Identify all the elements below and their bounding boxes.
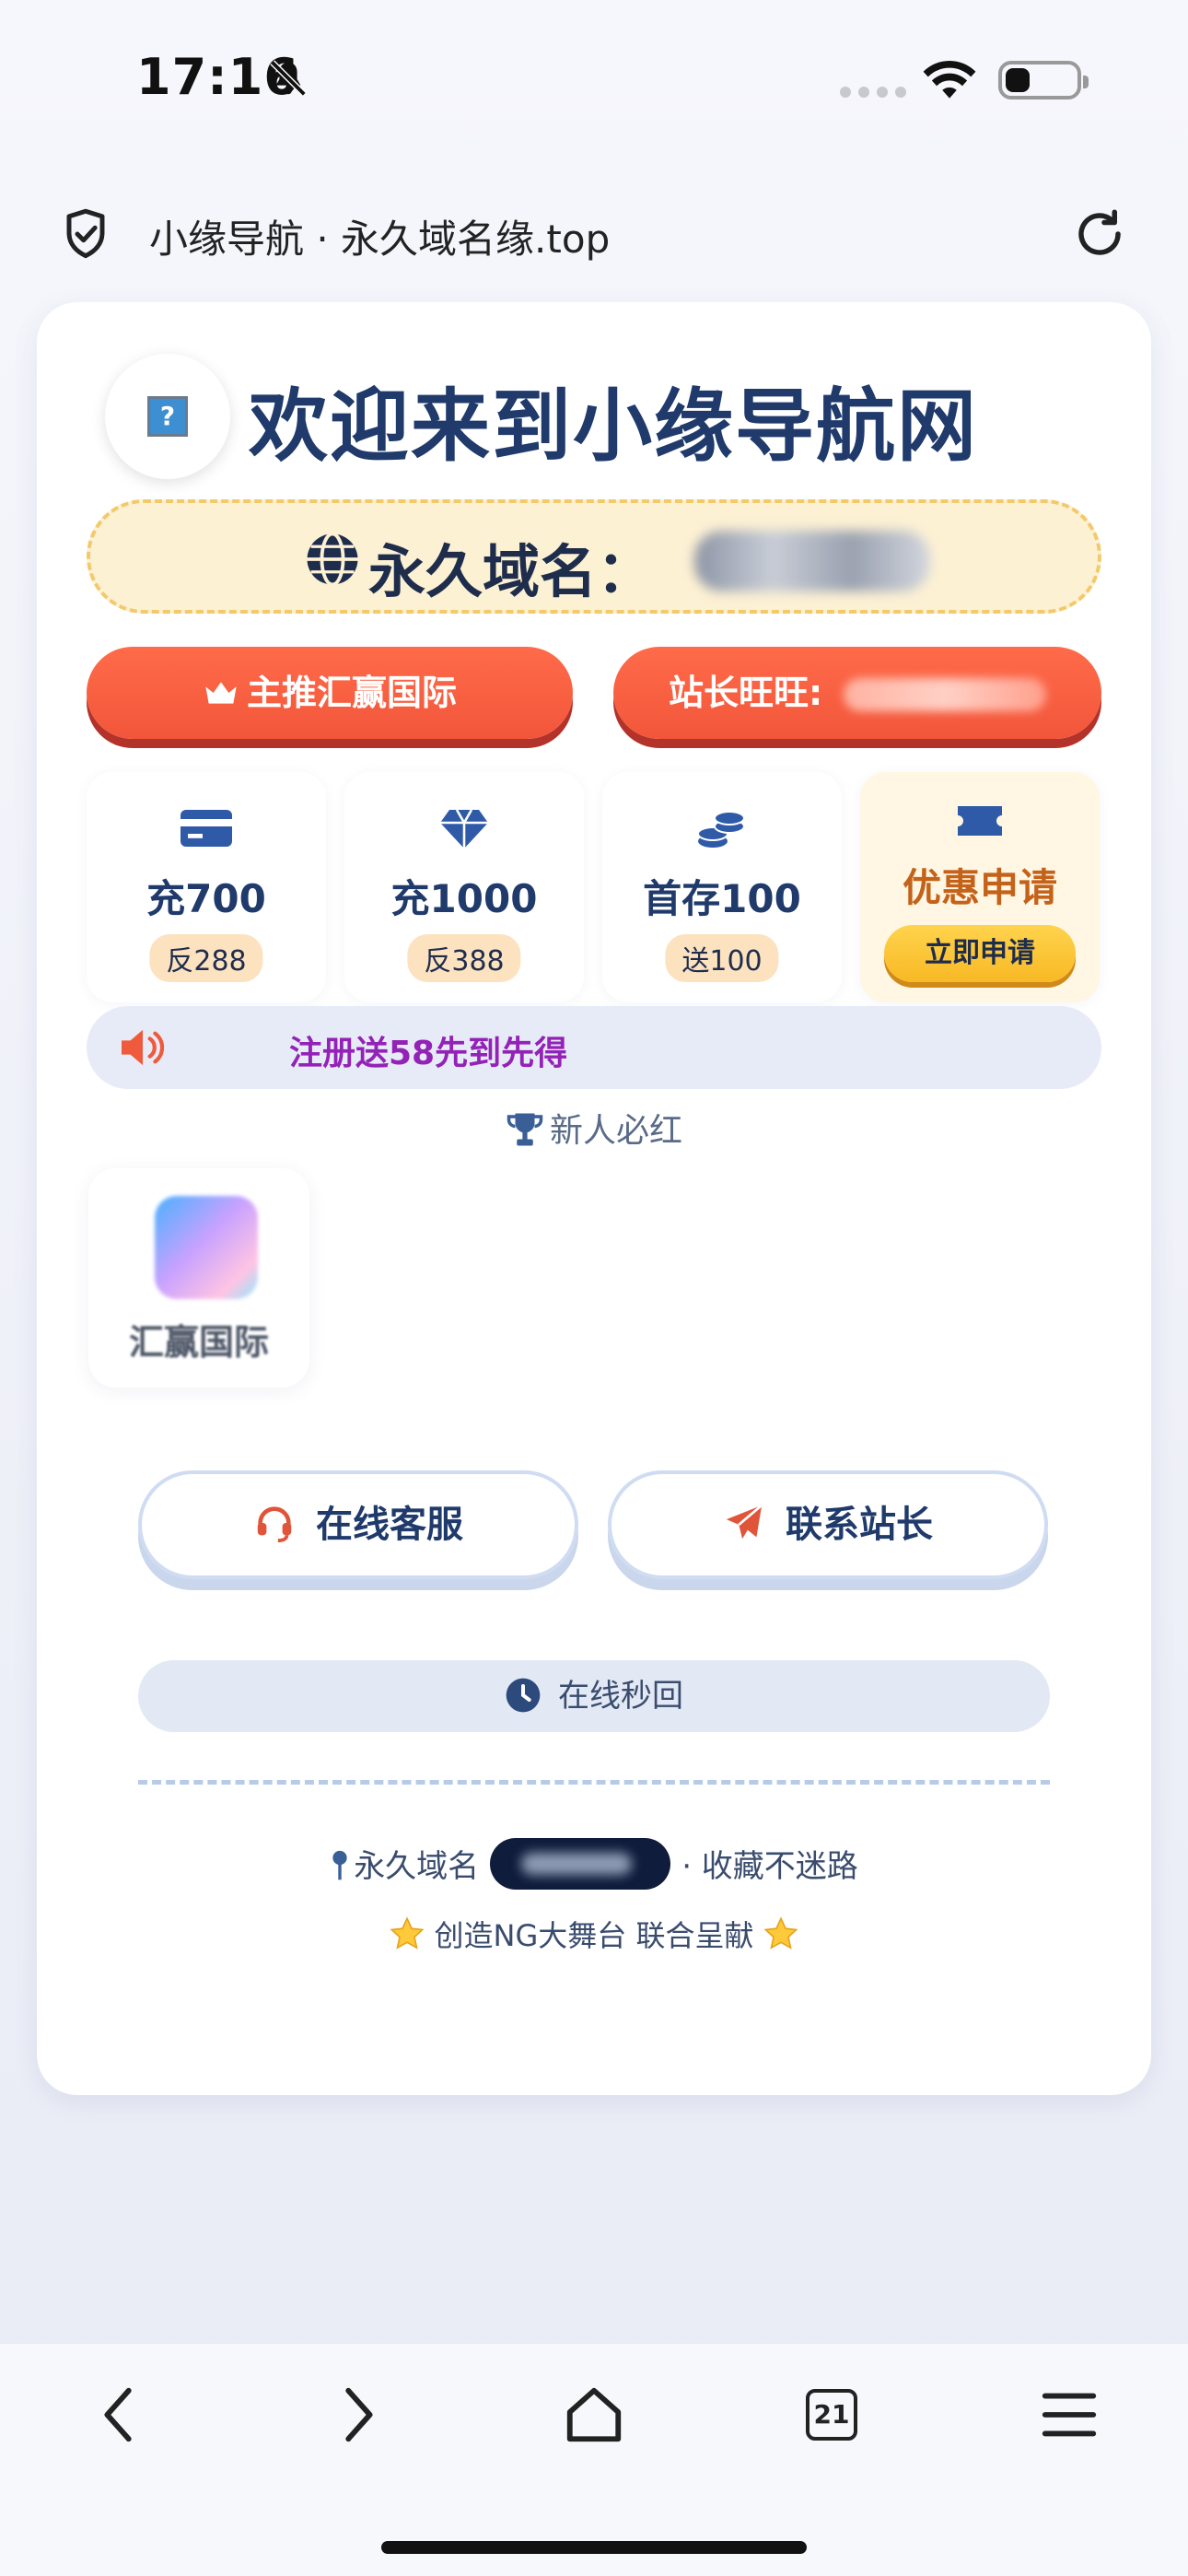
promo-card-1000[interactable]: 充1000 反388 xyxy=(344,772,584,1002)
online-status-bar: 在线秒回 xyxy=(138,1660,1050,1732)
main-promo-button[interactable]: 主推汇赢国际 xyxy=(87,647,573,739)
promo-title: 充1000 xyxy=(390,876,538,921)
bell-muted-icon xyxy=(270,60,307,97)
trophy-icon xyxy=(507,1113,543,1146)
app-icon xyxy=(155,1196,258,1299)
tabs-button[interactable]: 21 xyxy=(799,2383,864,2447)
shield-check-icon[interactable] xyxy=(61,206,111,262)
pin-icon xyxy=(332,1850,347,1879)
globe-icon xyxy=(307,532,358,587)
status-bar: 17:16 xyxy=(0,0,1188,157)
domain-label: 永久域名： xyxy=(368,538,655,605)
footer-domain: 永久域名 · 收藏不迷路 xyxy=(37,1837,1151,1890)
promo-tag: 送100 xyxy=(665,934,779,982)
promo-card-700[interactable]: 充700 反288 xyxy=(87,772,326,1002)
marquee-text: 注册送58先到先得 xyxy=(289,1035,568,1072)
app-tile[interactable]: 汇赢国际 xyxy=(88,1168,309,1388)
contact-owner-label: 联系站长 xyxy=(786,1504,933,1546)
main-promo-label: 主推汇赢国际 xyxy=(246,673,457,713)
browser-toolbar: 21 xyxy=(0,2344,1188,2576)
address-bar[interactable]: 小缘导航 · 永久域名缘.top xyxy=(0,184,1188,286)
headset-icon xyxy=(257,1506,292,1543)
star-icon xyxy=(763,1916,799,1950)
home-icon[interactable] xyxy=(562,2383,626,2447)
footer-domain-prefix: 永久域名 xyxy=(354,1848,480,1885)
footer-domain-suffix: · 收藏不迷路 xyxy=(681,1848,858,1885)
forward-icon[interactable] xyxy=(324,2383,389,2447)
menu-icon[interactable] xyxy=(1037,2383,1101,2447)
apply-now-button[interactable]: 立即申请 xyxy=(884,925,1076,982)
promo-card-apply[interactable]: 优惠申请 立即申请 xyxy=(860,772,1100,1002)
clock-icon xyxy=(506,1678,541,1712)
reload-icon[interactable] xyxy=(1072,206,1127,262)
footer-tagline-label: 创造NG大舞台 联合呈献 xyxy=(434,1918,754,1953)
online-service-button[interactable]: 在线客服 xyxy=(138,1470,578,1579)
online-service-label: 在线客服 xyxy=(316,1504,463,1546)
star-icon xyxy=(389,1916,425,1950)
speaker-icon xyxy=(122,1029,165,1066)
promo-tag: 反388 xyxy=(407,934,521,982)
contact-owner-button[interactable]: 联系站长 xyxy=(608,1470,1048,1579)
online-status-label: 在线秒回 xyxy=(558,1678,683,1715)
divider xyxy=(138,1780,1050,1785)
back-icon[interactable] xyxy=(88,2383,153,2447)
section-heading: 新人必红 xyxy=(37,1104,1151,1152)
ticket-icon xyxy=(958,806,1002,836)
owner-id-redacted xyxy=(844,678,1046,711)
domain-value-redacted xyxy=(694,531,930,591)
coins-icon xyxy=(697,811,745,848)
paper-plane-icon xyxy=(726,1504,763,1540)
promo-title: 首存100 xyxy=(643,876,801,921)
tab-count: 21 xyxy=(806,2389,857,2441)
owner-label: 站长旺旺: xyxy=(669,673,823,713)
site-logo: ? xyxy=(105,354,230,479)
app-label: 汇赢国际 xyxy=(128,1322,269,1363)
screen: 17:16 小缘导航 · 永久域名缘.top ? 欢迎来到小缘导航网 永久域名：… xyxy=(0,0,1188,2576)
promo-card-first-deposit[interactable]: 首存100 送100 xyxy=(602,772,842,1002)
promo-tag: 反288 xyxy=(149,934,263,982)
section-heading-label: 新人必红 xyxy=(549,1112,682,1150)
signal-dots xyxy=(840,87,906,98)
battery-icon xyxy=(998,61,1089,100)
main-card: ? 欢迎来到小缘导航网 永久域名： 主推汇赢国际 站长旺旺: 充700 反288… xyxy=(37,302,1151,2095)
announcement-marquee: 注册送58先到先得 xyxy=(87,1006,1101,1089)
home-indicator xyxy=(381,2541,807,2554)
broken-image-icon: ? xyxy=(147,396,188,437)
diamond-icon xyxy=(440,809,488,849)
domain-banner: 永久域名： xyxy=(87,499,1101,614)
page-url-title[interactable]: 小缘导航 · 永久域名缘.top xyxy=(149,208,610,264)
owner-contact-button[interactable]: 站长旺旺: xyxy=(613,647,1101,739)
card-icon xyxy=(181,810,232,847)
promo-title: 优惠申请 xyxy=(902,865,1057,910)
wifi-icon xyxy=(923,61,976,99)
footer-domain-redacted xyxy=(490,1837,671,1890)
crown-icon xyxy=(205,681,237,704)
footer-tagline: 创造NG大舞台 联合呈献 xyxy=(37,1913,1151,1955)
page-title: 欢迎来到小缘导航网 xyxy=(249,381,978,473)
promo-title: 充700 xyxy=(146,876,266,921)
